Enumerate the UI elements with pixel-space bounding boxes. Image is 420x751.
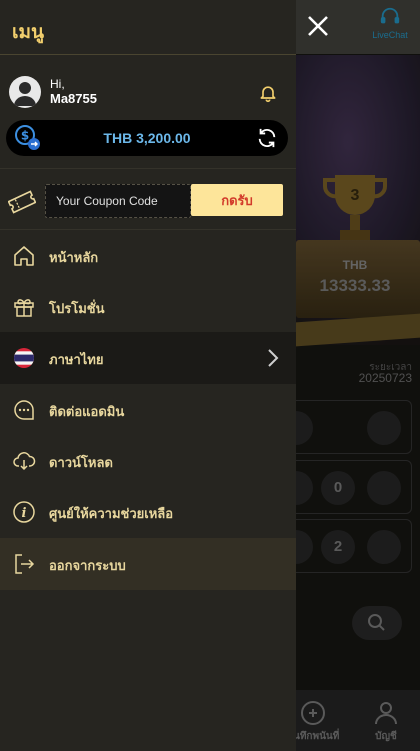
menu-item-label: หน้าหลัก [49,250,99,265]
logout-label: ออกจากระบบ [49,558,126,573]
logout-icon [15,554,35,574]
greeting-text: Hi, [50,77,65,91]
refresh-icon [258,128,276,148]
avatar[interactable] [9,76,41,108]
coupon-code-input[interactable] [45,184,191,218]
menu-item-language[interactable]: ภาษาไทย [0,332,296,384]
user-avatar-icon [14,82,36,106]
side-menu-drawer: เมนู Hi, Ma8755 $ THB 3,200.00 Your Coup… [0,0,296,751]
home-icon [14,246,34,266]
wallet-coin-icon: $ [15,125,40,150]
close-icon [308,16,328,36]
chat-icon [14,400,34,420]
menu-item-label: ดาวน์โหลด [49,455,113,470]
menu-item-download[interactable]: ดาวน์โหลด [0,435,296,487]
notification-button[interactable] [258,83,278,103]
menu-item-promotions[interactable]: โปรโมชั่น [0,281,296,333]
cloud-download-icon [13,452,36,471]
menu-item-label: โปรโมชั่น [49,301,105,316]
menu-item-label: ติดต่อแอดมิน [49,404,125,419]
menu-item-label: ภาษาไทย [49,352,104,367]
logout-button[interactable]: ออกจากระบบ [0,538,296,590]
svg-text:i: i [22,506,27,521]
menu-item-home[interactable]: หน้าหลัก [0,230,296,282]
balance-amount: THB 3,200.00 [103,130,191,146]
coupon-ticket-icon [8,190,36,214]
menu-item-contact-admin[interactable]: ติดต่อแอดมิน [0,384,296,436]
thai-flag-icon [14,348,34,368]
bell-icon [260,86,276,103]
coupon-row: กดรับ [0,182,296,222]
svg-text:$: $ [21,129,29,143]
menu-item-help-center[interactable]: i ศูนย์ให้ความช่วยเหลือ [0,486,296,538]
balance-bar: $ THB 3,200.00 [6,120,288,156]
chevron-right-icon [268,349,279,367]
username: Ma8755 [50,91,97,106]
refresh-balance-button[interactable] [256,127,278,154]
redeem-coupon-button[interactable]: กดรับ [191,184,283,216]
close-drawer-button[interactable] [304,12,332,40]
info-icon: i [13,501,35,523]
drawer-title: เมนู [12,22,45,43]
divider [0,168,296,169]
drawer-header: เมนู [0,0,296,55]
user-info: Hi, Ma8755 [0,72,296,114]
menu-item-label: ศูนย์ให้ความช่วยเหลือ [49,506,174,521]
gift-icon [14,299,34,317]
